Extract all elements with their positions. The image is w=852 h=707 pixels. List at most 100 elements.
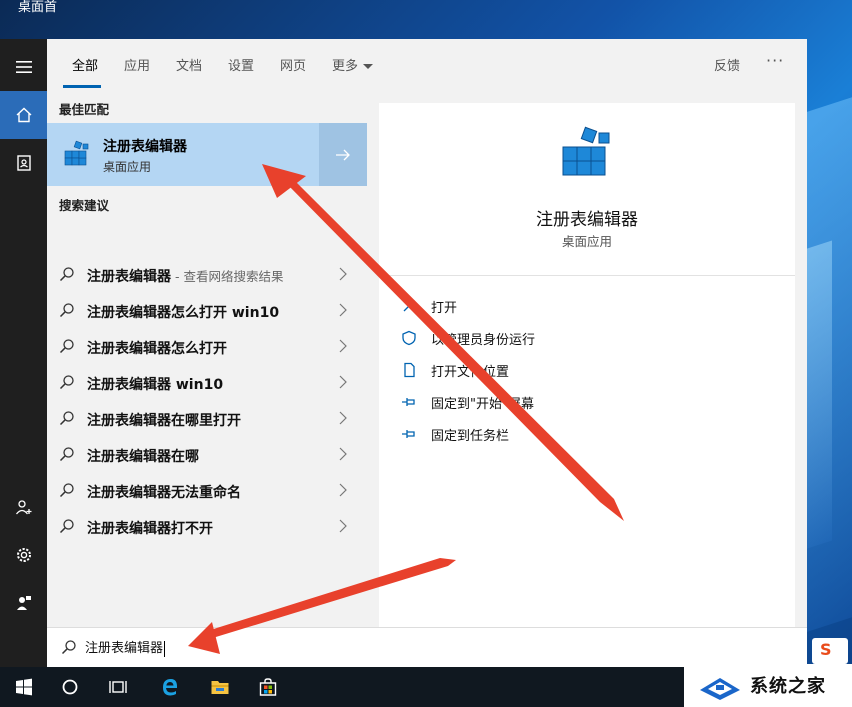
action-run-as-admin-label: 以管理员身份运行 bbox=[431, 333, 536, 348]
suggestion-item[interactable]: 注册表编辑器怎么打开 win10 bbox=[47, 293, 367, 329]
edge-button[interactable] bbox=[146, 667, 194, 707]
feedback-rail-button[interactable] bbox=[0, 579, 47, 627]
gear-icon bbox=[16, 548, 31, 562]
store-icon bbox=[259, 678, 277, 696]
search-icon bbox=[59, 447, 74, 462]
search-icon bbox=[59, 267, 74, 282]
text-cursor bbox=[164, 640, 166, 657]
cortana-button[interactable] bbox=[46, 667, 94, 707]
user-add-icon bbox=[15, 500, 31, 515]
watermark-text: 系统之家 bbox=[750, 676, 826, 697]
watermark-logo-icon bbox=[700, 678, 740, 700]
file-location-icon bbox=[404, 362, 415, 378]
regedit-large-icon bbox=[562, 126, 610, 176]
search-box[interactable]: 注册表编辑器 bbox=[47, 627, 807, 667]
details-pane: 注册表编辑器 桌面应用 打开 以管理员身份运行 打开文件位置 固定到"开始"屏幕… bbox=[379, 103, 795, 627]
suggestions-heading: 搜索建议 bbox=[59, 198, 110, 213]
suggestion-text: 注册表编辑器无法重命名 bbox=[87, 482, 241, 502]
suggestion-item[interactable]: 注册表编辑器在哪 bbox=[47, 437, 367, 473]
hamburger-menu-button[interactable] bbox=[0, 43, 47, 91]
best-match-result[interactable]: 注册表编辑器 桌面应用 bbox=[47, 123, 367, 186]
tab-all[interactable]: 全部 bbox=[72, 55, 98, 74]
suggestion-hint: - 查看网络搜索结果 bbox=[171, 269, 284, 284]
detail-app-name: 注册表编辑器 bbox=[536, 210, 638, 230]
suggestion-text: 注册表编辑器 - 查看网络搜索结果 bbox=[87, 266, 283, 286]
sohu-badge-letter: S bbox=[820, 640, 832, 659]
tab-more-label: 更多 bbox=[332, 59, 359, 74]
chevron-right-icon bbox=[339, 375, 347, 389]
search-icon bbox=[59, 375, 74, 390]
account-button[interactable] bbox=[0, 483, 47, 531]
suggestion-text: 注册表编辑器在哪里打开 bbox=[87, 410, 241, 430]
edge-icon bbox=[163, 679, 178, 696]
home-button[interactable] bbox=[0, 91, 47, 139]
suggestion-item[interactable]: 注册表编辑器打不开 bbox=[47, 509, 367, 545]
start-button[interactable] bbox=[0, 667, 48, 707]
file-explorer-button[interactable] bbox=[196, 667, 244, 707]
suggestion-item[interactable]: 注册表编辑器 win10 bbox=[47, 365, 367, 401]
detail-divider bbox=[379, 275, 795, 276]
desktop-shortcut-label[interactable]: 桌面首 bbox=[18, 0, 57, 15]
tab-documents[interactable]: 文档 bbox=[176, 55, 202, 74]
suggestion-item[interactable]: 注册表编辑器怎么打开 bbox=[47, 329, 367, 365]
suggestion-query: 注册表编辑器怎么打开 bbox=[87, 341, 227, 357]
tab-settings[interactable]: 设置 bbox=[228, 55, 254, 74]
suggestion-item[interactable]: 注册表编辑器 - 查看网络搜索结果 bbox=[47, 257, 367, 293]
action-pin-to-taskbar[interactable]: 固定到任务栏 bbox=[401, 423, 781, 445]
tab-apps[interactable]: 应用 bbox=[124, 55, 150, 74]
expand-details-button[interactable] bbox=[319, 123, 367, 186]
action-open[interactable]: 打开 bbox=[401, 295, 781, 317]
chevron-right-icon bbox=[339, 483, 347, 497]
pin-icon bbox=[402, 398, 415, 406]
chevron-right-icon bbox=[339, 519, 347, 533]
action-open-file-location[interactable]: 打开文件位置 bbox=[401, 359, 781, 381]
chevron-down-icon bbox=[363, 64, 374, 69]
search-panel: 全部 应用 文档 设置 网页 更多 反馈 ··· 最佳匹配 注册表编辑器 桌面应… bbox=[47, 39, 807, 667]
action-pin-to-start-label: 固定到"开始"屏幕 bbox=[431, 397, 534, 412]
suggestion-text: 注册表编辑器在哪 bbox=[87, 446, 199, 466]
feedback-person-icon bbox=[16, 596, 31, 610]
search-icon bbox=[61, 640, 76, 655]
cortana-icon bbox=[62, 679, 78, 695]
store-button[interactable] bbox=[244, 667, 292, 707]
sohu-badge: S bbox=[812, 638, 848, 664]
search-input-value: 注册表编辑器 bbox=[85, 641, 164, 656]
task-view-button[interactable] bbox=[94, 667, 142, 707]
results-list: 最佳匹配 注册表编辑器 桌面应用 搜索建议 注册表编辑器 - 查看网络搜索结果注… bbox=[47, 89, 367, 627]
start-rail bbox=[0, 39, 47, 667]
suggestion-query: 注册表编辑器在哪 bbox=[87, 449, 199, 465]
settings-button[interactable] bbox=[0, 531, 47, 579]
suggestion-query: 注册表编辑器在哪里打开 bbox=[87, 413, 241, 429]
action-open-file-location-label: 打开文件位置 bbox=[431, 365, 510, 380]
file-explorer-icon bbox=[211, 681, 229, 694]
windows-start-icon bbox=[16, 678, 32, 696]
hamburger-icon bbox=[15, 61, 32, 73]
feedback-link[interactable]: 反馈 bbox=[714, 55, 740, 74]
more-options-button[interactable]: ··· bbox=[766, 51, 784, 70]
chevron-right-icon bbox=[339, 447, 347, 461]
best-match-name: 注册表编辑器 bbox=[103, 139, 187, 155]
search-icon bbox=[59, 519, 74, 534]
search-input[interactable]: 注册表编辑器 bbox=[85, 637, 166, 657]
tab-web[interactable]: 网页 bbox=[280, 55, 306, 74]
arrow-right-icon bbox=[336, 149, 350, 160]
best-match-heading: 最佳匹配 bbox=[59, 102, 110, 117]
regedit-icon bbox=[64, 140, 89, 166]
detail-app-type: 桌面应用 bbox=[561, 234, 612, 249]
suggestion-item[interactable]: 注册表编辑器在哪里打开 bbox=[47, 401, 367, 437]
suggestion-text: 注册表编辑器怎么打开 win10 bbox=[87, 302, 279, 322]
suggestion-text: 注册表编辑器打不开 bbox=[87, 518, 213, 538]
action-run-as-admin[interactable]: 以管理员身份运行 bbox=[401, 327, 781, 349]
suggestion-query: 注册表编辑器 bbox=[87, 269, 171, 285]
action-open-label: 打开 bbox=[431, 301, 458, 316]
search-icon bbox=[59, 339, 74, 354]
suggestion-query: 注册表编辑器无法重命名 bbox=[87, 485, 241, 501]
suggestion-item[interactable]: 注册表编辑器无法重命名 bbox=[47, 473, 367, 509]
search-icon bbox=[59, 303, 74, 318]
suggestion-query: 注册表编辑器打不开 bbox=[87, 521, 213, 537]
tab-more[interactable]: 更多 bbox=[332, 55, 374, 74]
action-pin-to-start[interactable]: 固定到"开始"屏幕 bbox=[401, 391, 781, 413]
chevron-right-icon bbox=[339, 411, 347, 425]
chevron-right-icon bbox=[339, 303, 347, 317]
notebook-button[interactable] bbox=[0, 139, 47, 187]
